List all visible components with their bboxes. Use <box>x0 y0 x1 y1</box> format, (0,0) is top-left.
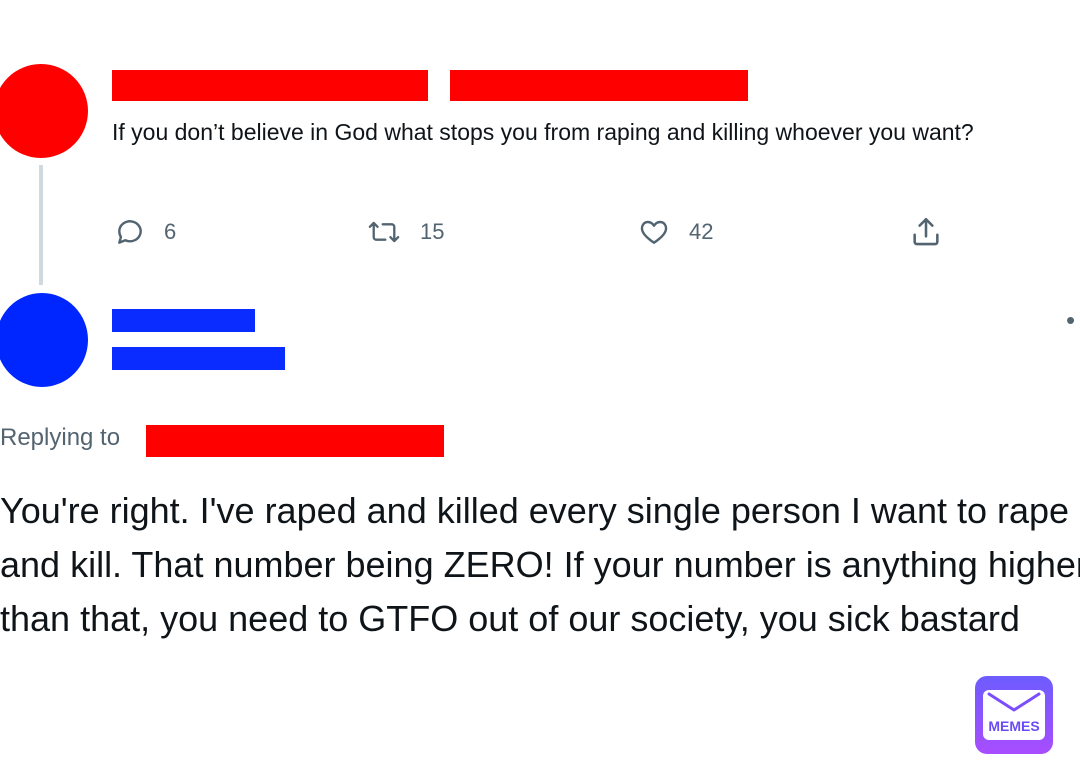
redacted-username <box>112 347 285 370</box>
redacted-replying-handle[interactable] <box>146 425 444 457</box>
reply-button[interactable]: 6 <box>114 212 176 252</box>
avatar-reply[interactable] <box>0 293 88 387</box>
reply-text: You're right. I've raped and killed ever… <box>0 490 1080 639</box>
envelope-icon: MEMES <box>983 690 1045 740</box>
redacted-display-name <box>112 70 428 101</box>
retweet-count: 15 <box>420 219 445 244</box>
more-options-button[interactable]: • <box>1066 305 1077 336</box>
redacted-username <box>450 70 748 101</box>
memes-label: MEMES <box>988 718 1040 734</box>
reply-icon <box>114 216 146 248</box>
like-count: 42 <box>689 219 714 244</box>
retweet-button[interactable]: 15 <box>366 212 444 252</box>
like-icon <box>637 216 671 248</box>
like-button[interactable]: 42 <box>637 212 713 252</box>
thread-line <box>39 165 43 285</box>
share-icon <box>908 215 944 249</box>
replying-to-label: Replying to <box>0 424 121 451</box>
share-button[interactable] <box>908 212 944 252</box>
retweet-icon <box>366 216 402 248</box>
reply-count: 6 <box>164 219 177 244</box>
redacted-display-name <box>112 309 255 332</box>
avatar-original[interactable] <box>0 64 88 158</box>
memes-watermark-logo: MEMES <box>975 676 1053 754</box>
tweet-text: If you don’t believe in God what stops y… <box>112 119 974 145</box>
